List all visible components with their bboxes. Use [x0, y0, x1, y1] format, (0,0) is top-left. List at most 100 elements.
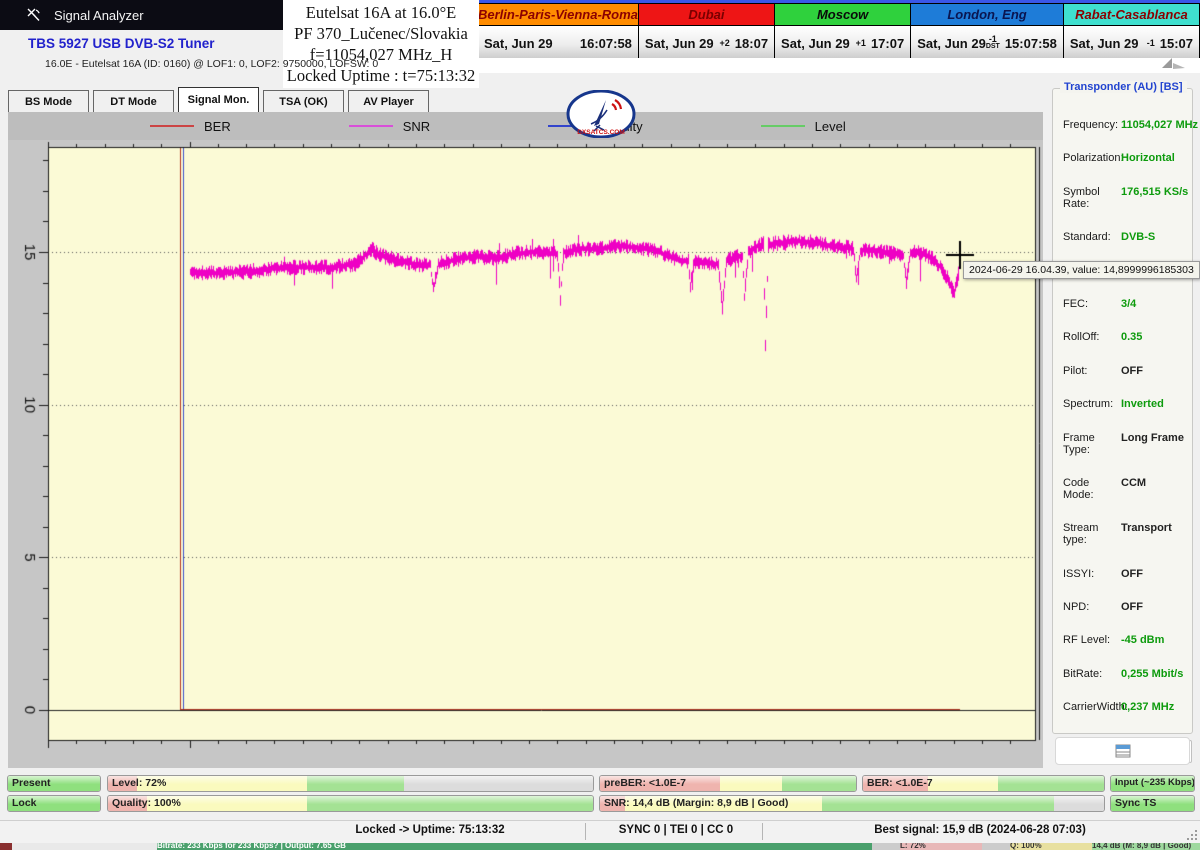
transponder-row: RollOff: 0.35: [1063, 331, 1192, 343]
clock-date: Sat, Jun 29: [645, 36, 714, 51]
tab[interactable]: TSA (OK): [263, 90, 344, 113]
clock-cell: Moscow Sat, Jun 29 +1 17:07: [774, 3, 911, 61]
clock-cell: Rabat-Casablanca Sat, Jun 29 -1 15:07: [1063, 3, 1200, 61]
legend-item: SNR: [349, 119, 430, 134]
row-label: RollOff:: [1063, 331, 1121, 343]
row-value: 11054,027 MHz: [1121, 119, 1198, 131]
ber-meter: BER: <1.0E-7: [862, 775, 1105, 792]
clock-date: Sat, Jun 29: [1070, 36, 1139, 51]
row-value: 0,237 MHz: [1121, 701, 1174, 713]
osd-line: PF 370_Lučenec/Slovakia: [283, 23, 479, 44]
sliver-segment: Q: 100%: [1010, 843, 1092, 850]
clock-city: Berlin-Paris-Vienna-Roma: [478, 4, 638, 26]
transponder-row: Code Mode: CCM: [1063, 477, 1192, 501]
transponder-row: ISSYI: OFF: [1063, 568, 1192, 580]
clock-time: 18:07: [735, 36, 768, 51]
sliver-segment: [0, 843, 12, 850]
row-label: Code Mode:: [1063, 477, 1121, 501]
snr-meter: SNR: 14,4 dB (Margin: 8,9 dB | Good): [599, 795, 1105, 812]
transponder-row: Spectrum: Inverted: [1063, 398, 1192, 410]
transponder-row: Symbol Rate: 176,515 KS/s: [1063, 186, 1192, 210]
stream-list-button[interactable]: [1055, 737, 1190, 765]
dxsatcs-logo: DXSATCS.COM: [566, 90, 636, 138]
preber-label: preBER: <1.0E-7: [604, 777, 686, 789]
row-label: Frame Type:: [1063, 432, 1121, 456]
sliver-segment: Bitrate: 233 Kbps for 233 Kbps? | Output…: [157, 843, 872, 850]
world-clocks: Berlin-Paris-Vienna-Roma Sat, Jun 29 16:…: [478, 0, 1200, 61]
row-value: Long Frame: [1121, 432, 1184, 444]
clock-time: 15:07:58: [1005, 36, 1057, 51]
row-label: Pilot:: [1063, 365, 1121, 377]
transponder-panel-title: Transponder (AU) [BS]: [1060, 81, 1187, 93]
tab[interactable]: DT Mode: [93, 90, 174, 113]
legend-label: Level: [815, 119, 846, 134]
clock-utc-offset: -1: [1147, 40, 1155, 47]
clock-date: Sat, Jun 29: [917, 36, 986, 51]
row-value: Horizontal: [1121, 152, 1175, 164]
sliver-segment: 14,4 dB (M: 8,9 dB | Good): [1092, 843, 1200, 850]
clock-time-row: Sat, Jun 29 +1 17:07: [775, 26, 910, 60]
input-label: Input (~235 Kbps): [1115, 777, 1195, 788]
transponder-row: Pilot: OFF: [1063, 365, 1192, 377]
legend-label: BER: [204, 119, 231, 134]
present-indicator: Present: [7, 775, 101, 792]
legend-line-swatch: [150, 125, 194, 127]
tab[interactable]: BS Mode: [8, 90, 89, 113]
clock-city: Moscow: [775, 4, 910, 26]
osd-text-block: Eutelsat 16A at 16.0°EPF 370_Lučenec/Slo…: [283, 0, 479, 88]
transponder-row: CarrierWidth: 0,237 MHz: [1063, 701, 1192, 713]
tab[interactable]: AV Player: [348, 90, 429, 113]
transponder-row: BitRate: 0,255 Mbit/s: [1063, 668, 1192, 680]
window-title: Signal Analyzer: [54, 8, 144, 23]
tab[interactable]: Signal Mon.: [178, 87, 259, 113]
chart-legend: BER SNR Quality Level: [8, 112, 1043, 140]
transponder-row: Stream type: Transport: [1063, 522, 1192, 546]
clock-app-signature-icon: [1160, 56, 1190, 71]
lock-indicator: Lock: [7, 795, 101, 812]
status-divider: [762, 823, 763, 840]
clocks-underside: [478, 58, 1200, 73]
sliver-segment: [872, 843, 900, 850]
tuner-name: TBS 5927 USB DVB-S2 Tuner: [28, 36, 215, 51]
signal-analyzer-app: { "window": { "title": "Signal Analyzer"…: [0, 0, 1200, 850]
clock-utc-offset: -1 DST: [986, 36, 1000, 50]
row-label: Stream type:: [1063, 522, 1121, 546]
clock-cell: Berlin-Paris-Vienna-Roma Sat, Jun 29 16:…: [477, 3, 639, 61]
mode-tabs: BS ModeDT ModeSignal Mon.TSA (OK)AV Play…: [8, 87, 433, 113]
row-value: 3/4: [1121, 298, 1136, 310]
clock-utc-offset: +2: [720, 40, 730, 47]
sliver-segment: L: 72%: [900, 843, 982, 850]
row-label: Spectrum:: [1063, 398, 1121, 410]
row-value: Inverted: [1121, 398, 1164, 410]
clock-time: 17:07: [871, 36, 904, 51]
row-value: 0.35: [1121, 331, 1142, 343]
clock-cell: Dubai Sat, Jun 29 +2 18:07: [638, 3, 775, 61]
row-label: Polarization:: [1063, 152, 1121, 164]
row-value: CCM: [1121, 477, 1146, 489]
app-dish-icon: [26, 7, 42, 23]
clock-time: 16:07:58: [580, 36, 632, 51]
legend-item: Level: [761, 119, 846, 134]
snr-label: SNR: 14,4 dB (Margin: 8,9 dB | Good): [604, 797, 788, 809]
transponder-row: NPD: OFF: [1063, 601, 1192, 613]
row-value: Transport: [1121, 522, 1172, 534]
clock-city: Dubai: [639, 4, 774, 26]
snr-trend-plot[interactable]: [8, 140, 1043, 768]
clock-date: Sat, Jun 29: [781, 36, 850, 51]
row-label: CarrierWidth:: [1063, 701, 1121, 713]
lock-label: Lock: [12, 797, 37, 809]
row-label: Standard:: [1063, 231, 1121, 243]
present-label: Present: [12, 777, 51, 789]
row-value: -45 dBm: [1121, 634, 1164, 646]
signal-chart-region: BER SNR Quality Level: [8, 112, 1043, 768]
resize-grip[interactable]: [1186, 829, 1198, 841]
row-label: NPD:: [1063, 601, 1121, 613]
osd-line: Eutelsat 16A at 16.0°E: [283, 2, 479, 23]
sliver-segment: [12, 843, 157, 850]
row-label: FEC:: [1063, 298, 1121, 310]
quality-meter: Quality: 100%: [107, 795, 594, 812]
legend-line-swatch: [349, 125, 393, 127]
quality-label: Quality: 100%: [112, 797, 181, 809]
row-label: ISSYI:: [1063, 568, 1121, 580]
clock-city: Rabat-Casablanca: [1064, 4, 1199, 26]
